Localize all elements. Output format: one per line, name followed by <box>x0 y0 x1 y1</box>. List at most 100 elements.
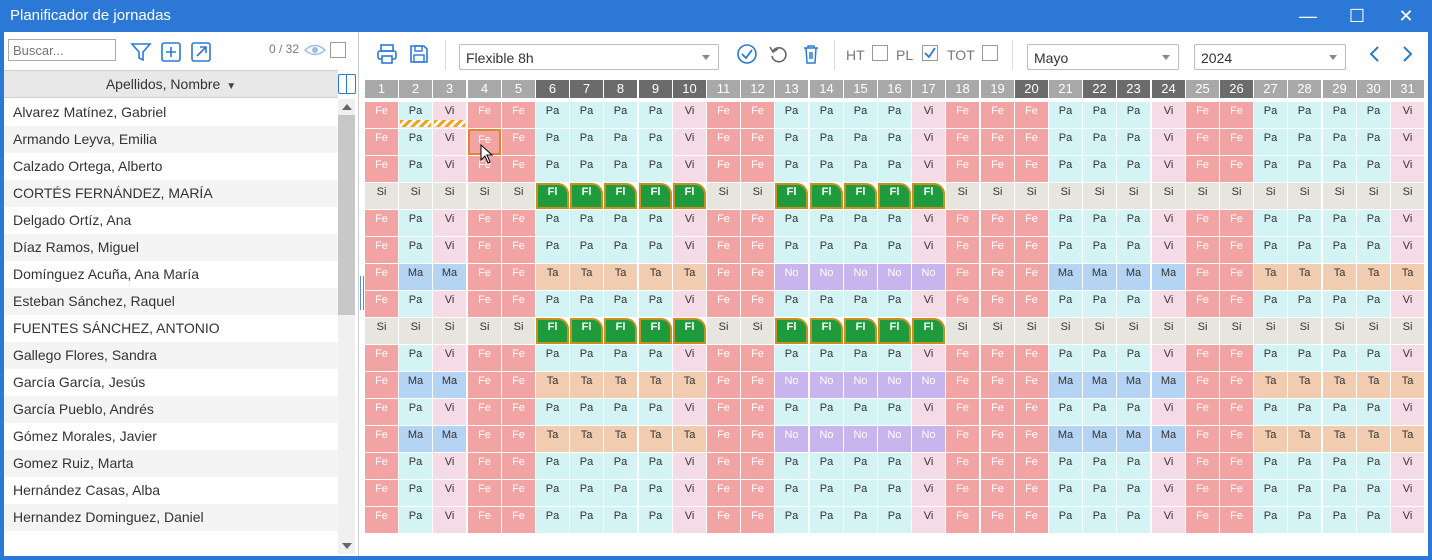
day-cell[interactable]: Fe <box>1220 453 1253 479</box>
day-cell[interactable]: Vi <box>1391 480 1424 506</box>
select-all-checkbox[interactable] <box>330 42 346 58</box>
next-month-icon[interactable] <box>1396 43 1418 65</box>
day-cell[interactable]: Si <box>1391 183 1424 209</box>
day-cell[interactable]: Pa <box>810 480 843 506</box>
day-cell[interactable]: Fe <box>946 237 979 263</box>
day-cell[interactable]: Vi <box>673 129 706 155</box>
day-cell[interactable]: Fl <box>912 318 945 344</box>
day-cell[interactable]: Fe <box>1220 237 1253 263</box>
day-cell[interactable]: No <box>878 426 911 452</box>
day-cell[interactable]: Vi <box>673 210 706 236</box>
day-cell[interactable]: Pa <box>604 291 637 317</box>
day-cell[interactable]: Pa <box>1323 345 1356 371</box>
day-cell[interactable]: Pa <box>536 237 569 263</box>
pl-checkbox[interactable] <box>922 45 938 61</box>
day-cell[interactable]: Pa <box>844 237 877 263</box>
day-cell[interactable]: Pa <box>1049 129 1082 155</box>
day-cell[interactable]: Ta <box>1254 372 1287 398</box>
day-cell[interactable]: Pa <box>1288 129 1321 155</box>
day-cell[interactable]: Fe <box>946 453 979 479</box>
day-cell[interactable]: Pa <box>1357 156 1390 182</box>
day-cell[interactable]: Fe <box>707 372 740 398</box>
day-cell[interactable]: Ta <box>1254 264 1287 290</box>
day-cell[interactable]: Vi <box>673 399 706 425</box>
day-header[interactable]: 3 <box>433 80 466 98</box>
day-cell[interactable]: Vi <box>673 345 706 371</box>
day-cell[interactable]: Pa <box>570 345 603 371</box>
day-cell[interactable]: Fe <box>946 399 979 425</box>
day-cell[interactable]: Pa <box>775 453 808 479</box>
day-cell[interactable]: Fe <box>1220 480 1253 506</box>
day-cell[interactable]: Fe <box>1186 372 1219 398</box>
day-cell[interactable]: Vi <box>1391 345 1424 371</box>
day-cell[interactable]: Pa <box>844 210 877 236</box>
day-cell[interactable]: Pa <box>810 237 843 263</box>
day-cell[interactable]: Pa <box>570 129 603 155</box>
day-cell[interactable]: No <box>912 264 945 290</box>
day-cell[interactable]: Fe <box>1186 237 1219 263</box>
day-cell[interactable]: Fe <box>1015 102 1048 128</box>
day-cell[interactable]: Ta <box>1357 264 1390 290</box>
employee-name-row[interactable]: Gallego Flores, Sandra <box>4 342 338 369</box>
day-cell[interactable]: Fe <box>946 507 979 533</box>
day-cell[interactable]: Fe <box>365 237 398 263</box>
day-cell[interactable]: Pa <box>844 453 877 479</box>
day-cell[interactable]: Fe <box>468 507 501 533</box>
day-cell[interactable]: Pa <box>878 480 911 506</box>
day-cell[interactable]: Vi <box>1152 129 1185 155</box>
day-cell[interactable]: Ma <box>399 426 432 452</box>
day-cell[interactable]: Fe <box>502 426 535 452</box>
day-cell[interactable]: Si <box>1288 318 1321 344</box>
day-cell[interactable]: Fl <box>810 318 843 344</box>
day-cell[interactable]: Fe <box>1220 291 1253 317</box>
day-cell[interactable]: Vi <box>912 453 945 479</box>
day-cell[interactable]: Fl <box>570 318 603 344</box>
day-cell[interactable]: Ta <box>1323 372 1356 398</box>
day-cell[interactable]: Pa <box>810 210 843 236</box>
day-cell[interactable]: Si <box>1152 318 1185 344</box>
day-cell[interactable]: Pa <box>1117 345 1150 371</box>
day-cell[interactable]: No <box>844 264 877 290</box>
day-cell[interactable]: Pa <box>1323 156 1356 182</box>
day-cell[interactable]: Pa <box>1357 210 1390 236</box>
day-cell[interactable]: Fe <box>1015 237 1048 263</box>
day-cell[interactable]: Fe <box>741 264 774 290</box>
day-cell[interactable]: Ta <box>570 264 603 290</box>
day-cell[interactable]: Fe <box>946 129 979 155</box>
day-cell[interactable]: Fe <box>946 210 979 236</box>
day-cell[interactable]: Pa <box>1083 453 1116 479</box>
day-cell[interactable]: Ta <box>570 372 603 398</box>
eye-icon[interactable] <box>304 40 326 60</box>
day-cell[interactable]: Vi <box>1152 291 1185 317</box>
day-cell[interactable]: Fe <box>707 399 740 425</box>
day-cell[interactable]: Ta <box>536 264 569 290</box>
day-cell[interactable]: Fe <box>741 237 774 263</box>
day-cell[interactable]: Pa <box>878 210 911 236</box>
day-cell[interactable]: Ma <box>1117 372 1150 398</box>
employee-name-row[interactable]: García Pueblo, Andrés <box>4 396 338 423</box>
day-cell[interactable]: Fl <box>844 183 877 209</box>
day-cell[interactable]: Si <box>1049 318 1082 344</box>
day-cell[interactable]: Vi <box>1391 102 1424 128</box>
day-cell[interactable]: Pa <box>1288 453 1321 479</box>
day-cell[interactable]: Fe <box>707 426 740 452</box>
day-cell[interactable]: Ma <box>1117 426 1150 452</box>
day-cell[interactable]: Pa <box>1357 345 1390 371</box>
day-cell[interactable]: Fe <box>365 426 398 452</box>
day-header[interactable]: 29 <box>1323 80 1356 98</box>
day-cell[interactable]: Pa <box>536 102 569 128</box>
day-header[interactable]: 25 <box>1186 80 1219 98</box>
day-cell[interactable]: Pa <box>1049 345 1082 371</box>
day-cell[interactable]: Pa <box>775 345 808 371</box>
day-cell[interactable]: Fl <box>775 318 808 344</box>
day-cell[interactable]: Pa <box>1049 156 1082 182</box>
day-cell[interactable]: Fe <box>981 291 1014 317</box>
day-cell[interactable]: Vi <box>912 210 945 236</box>
day-cell[interactable]: Pa <box>639 453 672 479</box>
day-cell[interactable]: Fe <box>502 129 535 155</box>
day-cell[interactable]: Fe <box>981 399 1014 425</box>
day-cell[interactable]: Pa <box>844 102 877 128</box>
day-cell[interactable]: Pa <box>639 237 672 263</box>
day-cell[interactable]: Ta <box>604 426 637 452</box>
day-cell[interactable]: Fe <box>741 480 774 506</box>
